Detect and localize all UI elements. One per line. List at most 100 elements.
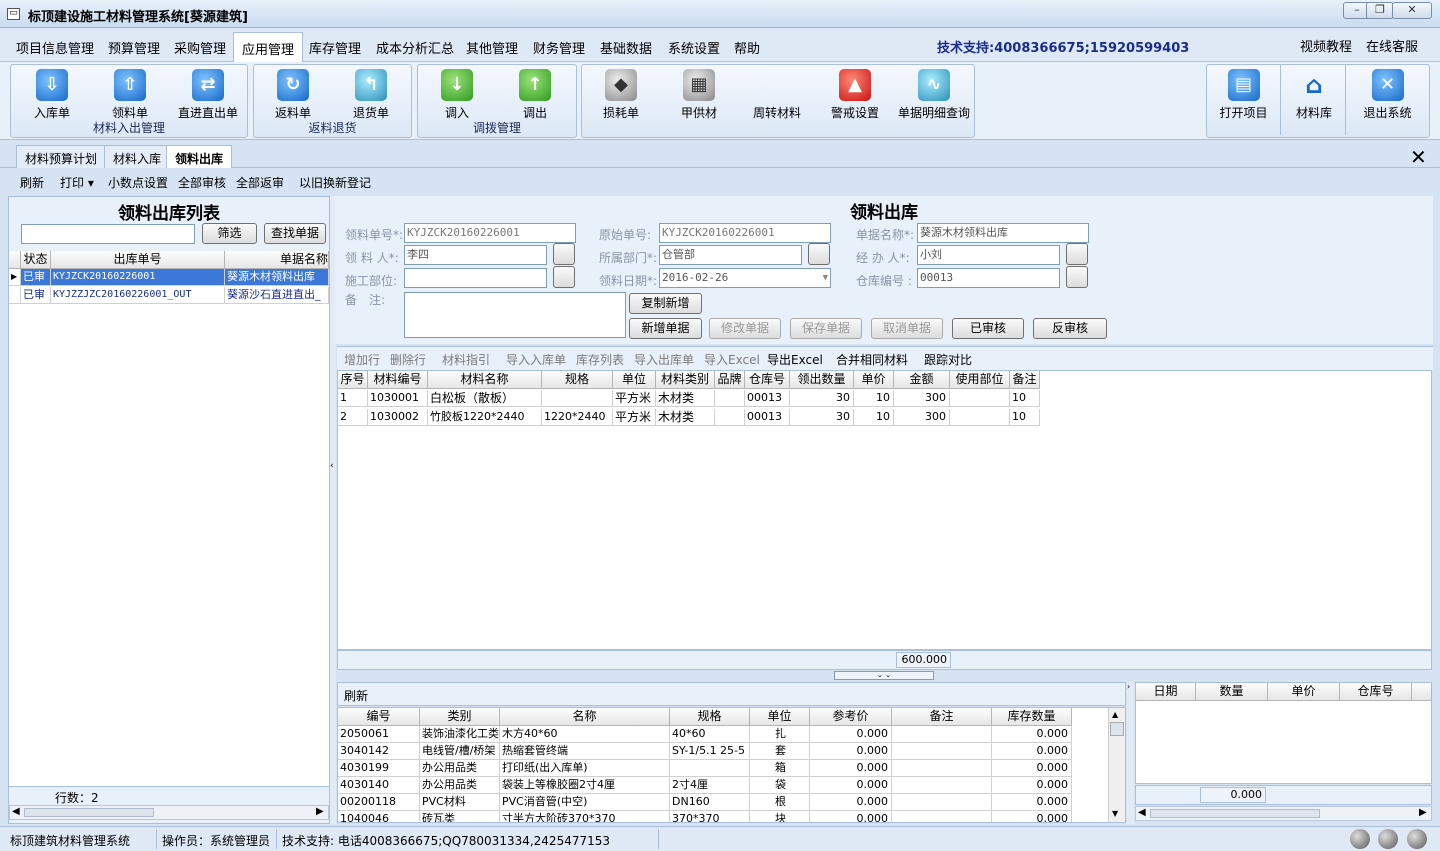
add-row-button[interactable]: 增加行 <box>344 351 380 368</box>
cancel-document-button[interactable]: 取消单据 <box>871 318 943 339</box>
requisition-button[interactable]: ⇧ 领料单 <box>93 69 167 121</box>
stock-list-button[interactable]: 库存列表 <box>576 351 624 368</box>
import-inbound-button[interactable]: 导入入库单 <box>506 351 566 368</box>
print-button[interactable]: 打印 ▾ <box>60 174 94 191</box>
original-number-field[interactable]: KYJZCK20160226001 <box>659 223 831 243</box>
table-row[interactable]: 1040046 砖瓦类 寸半方大阶砖370*370 370*370 块 0.000 0.00… <box>338 811 1072 822</box>
menu-application[interactable]: 应用管理 <box>233 32 304 63</box>
menu-cost[interactable]: 成本分析汇总 <box>376 38 454 57</box>
collapse-arrow-icon[interactable]: ‹ <box>330 461 334 471</box>
merge-materials-button[interactable]: 合并相同材料 <box>836 351 908 368</box>
menu-inventory[interactable]: 库存管理 <box>309 38 361 57</box>
transfer-in-button[interactable]: ↓ 调入 <box>420 69 494 121</box>
tab-requisition-out[interactable]: 领料出库 <box>166 145 233 168</box>
filter-input[interactable] <box>21 224 195 244</box>
table-row[interactable]: 3040142 电线管/槽/桥架 热缩套管终端 SY-1/5.1 25-5 套 0.000… <box>338 743 1072 760</box>
direct-io-button[interactable]: ⇄ 直进直出单 <box>171 69 245 121</box>
history-splitter[interactable]: › <box>1127 682 1134 824</box>
site-picker-button[interactable] <box>553 266 575 288</box>
department-field[interactable]: 仓管部 <box>659 245 802 265</box>
scroll-right-icon[interactable]: ▶ <box>316 806 324 817</box>
table-row[interactable]: 00200118 PVC材料 PVC消音管(中空) DN160 根 0.000 0.000 <box>338 794 1072 811</box>
app-icon[interactable]: ▭ <box>7 8 20 20</box>
export-excel-button[interactable]: 导出Excel <box>767 351 823 368</box>
exchange-register-button[interactable]: 以旧换新登记 <box>299 174 371 191</box>
import-excel-button[interactable]: 导入Excel <box>704 351 760 368</box>
table-row[interactable]: 4030140 办公用品类 袋装上等橡胶圈2寸4厘 2寸4厘袋 0.000 0.000 <box>338 777 1072 794</box>
audited-button[interactable]: 已审核 <box>952 318 1024 339</box>
history-hscrollbar[interactable]: ◀ ▶ <box>1135 806 1432 821</box>
loss-button[interactable]: ◆ 损耗单 <box>584 69 658 121</box>
list-hscrollbar[interactable]: ◀ ▶ <box>9 805 329 820</box>
detail-query-button[interactable]: ∿ 单据明细查询 <box>894 69 974 121</box>
menu-other[interactable]: 其他管理 <box>466 38 518 57</box>
close-window-button[interactable]: ✕ <box>1392 2 1432 19</box>
stock-refresh-button[interactable]: 刷新 <box>344 687 368 704</box>
table-row[interactable]: 2050061 装饰油漆化工类 木方40*60 40*60 扎 0.000 0.000 <box>338 726 1072 743</box>
inbound-button[interactable]: ⇩ 入库单 <box>15 69 89 121</box>
menu-budget[interactable]: 预算管理 <box>108 38 160 57</box>
scroll-left-icon[interactable]: ◀ <box>1138 807 1146 818</box>
remark-textarea[interactable] <box>404 292 626 338</box>
table-row[interactable]: 2 1030002 竹胶板1220*2440 1220*2440 平方米 木材类… <box>338 409 1040 428</box>
menu-basedata[interactable]: 基础数据 <box>600 38 652 57</box>
document-name-field[interactable]: 葵源木材领料出库 <box>917 223 1089 243</box>
new-document-button[interactable]: 新增单据 <box>629 318 702 339</box>
delete-row-button[interactable]: 删除行 <box>390 351 426 368</box>
requisitioner-picker-button[interactable] <box>553 243 575 265</box>
scroll-thumb[interactable] <box>1150 809 1320 818</box>
scroll-right-icon[interactable]: ▶ <box>1419 807 1427 818</box>
requisitioner-field[interactable]: 李四 <box>404 245 547 265</box>
department-picker-button[interactable] <box>808 243 830 265</box>
unaudit-button[interactable]: 反审核 <box>1033 318 1107 339</box>
unaudit-all-button[interactable]: 全部返审 <box>236 174 284 191</box>
stock-vscrollbar[interactable]: ▲ ▼ <box>1108 708 1125 822</box>
calendar-dropdown-icon[interactable]: ▼ <box>823 269 828 287</box>
close-tab-icon[interactable]: ✕ <box>1410 145 1427 169</box>
table-row[interactable]: ▶ 已审 KYJZCK20160226001 葵源木材领料出库 <box>9 269 329 288</box>
scroll-thumb[interactable] <box>24 808 154 817</box>
open-project-button[interactable]: ▤ 打开项目 <box>1207 65 1281 135</box>
find-document-button[interactable]: 查找单据 <box>264 223 326 244</box>
warehouse-number-field[interactable]: 00013 <box>917 268 1060 288</box>
audit-all-button[interactable]: 全部审核 <box>178 174 226 191</box>
video-tutorial-link[interactable]: 视频教程 <box>1300 36 1352 55</box>
return-goods-button[interactable]: ↰ 退货单 <box>334 69 408 121</box>
save-document-button[interactable]: 保存单据 <box>790 318 862 339</box>
scroll-up-icon[interactable]: ▲ <box>1112 710 1118 719</box>
menu-purchase[interactable]: 采购管理 <box>174 38 226 57</box>
handler-picker-button[interactable] <box>1066 243 1088 265</box>
construction-site-field[interactable] <box>404 268 547 288</box>
scroll-thumb[interactable] <box>1110 722 1124 736</box>
turnover-button[interactable]: 周转材料 <box>740 69 814 121</box>
scroll-left-icon[interactable]: ◀ <box>12 806 20 817</box>
table-row[interactable]: 4030199 办公用品类 打印纸(出入库单) 箱 0.000 0.000 <box>338 760 1072 777</box>
menu-settings[interactable]: 系统设置 <box>668 38 720 57</box>
table-row[interactable]: 1 1030001 白松板（散板） 平方米 木材类 00013 30 10 30… <box>338 390 1040 409</box>
tab-budget-plan[interactable]: 材料预算计划 <box>16 145 107 168</box>
warehouse-picker-button[interactable] <box>1066 266 1088 288</box>
filter-button[interactable]: 筛选 <box>202 223 257 244</box>
transfer-out-button[interactable]: ↑ 调出 <box>498 69 572 121</box>
tab-material-inbound[interactable]: 材料入库 <box>104 145 171 168</box>
import-outbound-button[interactable]: 导入出库单 <box>634 351 694 368</box>
copy-new-button[interactable]: 复制新增 <box>629 293 702 314</box>
vertical-splitter-handle[interactable]: ⌄ ⌄ <box>834 671 934 680</box>
online-service-link[interactable]: 在线客服 <box>1366 36 1418 55</box>
menu-finance[interactable]: 财务管理 <box>533 38 585 57</box>
handler-field[interactable]: 小刘 <box>917 245 1060 265</box>
requisition-number-field[interactable]: KYJZCK20160226001 <box>404 223 576 243</box>
refresh-button[interactable]: 刷新 <box>20 174 44 191</box>
menu-project[interactable]: 项目信息管理 <box>16 38 94 57</box>
requisition-date-field[interactable]: 2016-02-26 ▼ <box>659 268 831 288</box>
scroll-down-icon[interactable]: ▼ <box>1112 809 1118 818</box>
decimal-settings-button[interactable]: 小数点设置 <box>108 174 168 191</box>
maximize-button[interactable]: ❐ <box>1366 2 1394 19</box>
material-library-button[interactable]: ⌂ 材料库 <box>1277 65 1351 135</box>
owner-supplied-button[interactable]: ▦ 甲供材 <box>662 69 736 121</box>
edit-document-button[interactable]: 修改单据 <box>709 318 781 339</box>
exit-system-button[interactable]: ✕ 退出系统 <box>1345 65 1429 135</box>
alert-settings-button[interactable]: ▲ 警戒设置 <box>818 69 892 121</box>
material-guide-button[interactable]: 材料指引 <box>442 351 490 368</box>
table-row[interactable]: 已审 KYJZZJZC20160226001_OUT 葵源沙石直进直出_ <box>9 287 329 306</box>
